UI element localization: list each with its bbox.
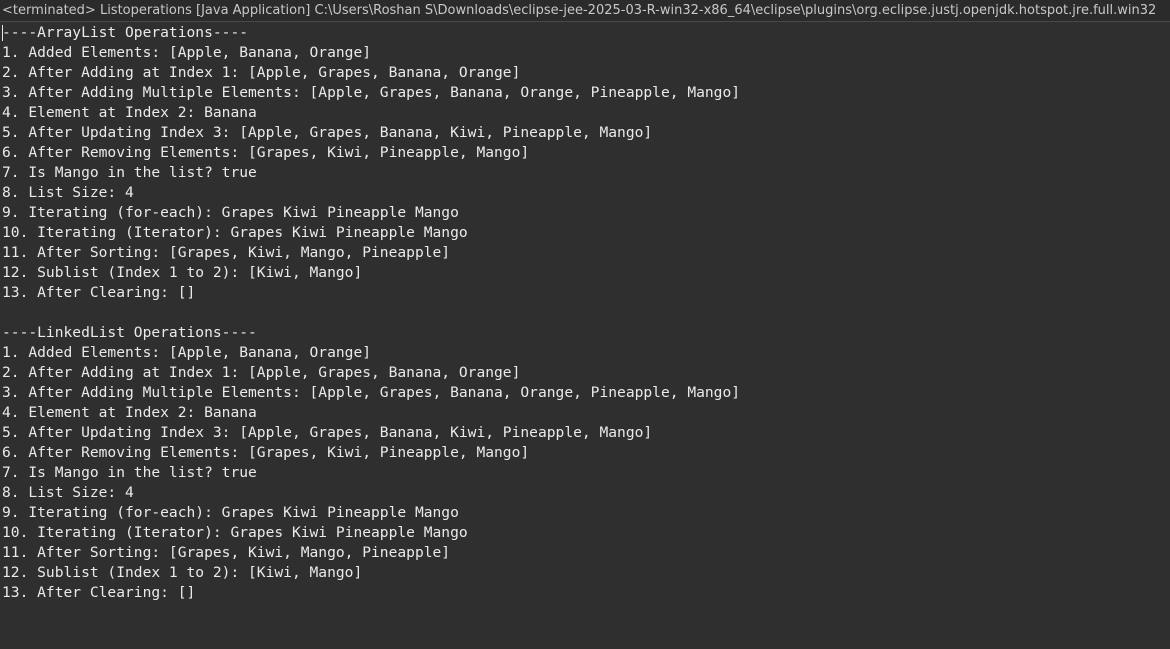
- console-line: 8. List Size: 4: [2, 484, 134, 501]
- console-output[interactable]: ----ArrayList Operations---- 1. Added El…: [2, 23, 1168, 645]
- console-line: 9. Iterating (for-each): Grapes Kiwi Pin…: [2, 504, 459, 521]
- console-line: 13. After Clearing: []: [2, 584, 196, 601]
- console-line: 12. Sublist (Index 1 to 2): [Kiwi, Mango…: [2, 564, 363, 581]
- console-line: 7. Is Mango in the list? true: [2, 464, 257, 481]
- text-caret: [2, 25, 3, 41]
- console-line: 10. Iterating (Iterator): Grapes Kiwi Pi…: [2, 524, 468, 541]
- console-line: 8. List Size: 4: [2, 184, 134, 201]
- console-line: 3. After Adding Multiple Elements: [Appl…: [2, 84, 741, 101]
- console-line: 1. Added Elements: [Apple, Banana, Orang…: [2, 44, 372, 61]
- console-line: 2. After Adding at Index 1: [Apple, Grap…: [2, 364, 521, 381]
- console-header: <terminated> Listoperations [Java Applic…: [0, 0, 1170, 22]
- console-line: ----LinkedList Operations----: [2, 324, 257, 341]
- console-line: 1. Added Elements: [Apple, Banana, Orang…: [2, 344, 372, 361]
- console-line: 5. After Updating Index 3: [Apple, Grape…: [2, 124, 653, 141]
- console-line: 11. After Sorting: [Grapes, Kiwi, Mango,…: [2, 544, 451, 561]
- console-line: 7. Is Mango in the list? true: [2, 164, 257, 181]
- console-line: 2. After Adding at Index 1: [Apple, Grap…: [2, 64, 521, 81]
- console-line: 11. After Sorting: [Grapes, Kiwi, Mango,…: [2, 244, 451, 261]
- console-line: 10. Iterating (Iterator): Grapes Kiwi Pi…: [2, 224, 468, 241]
- console-line: 6. After Removing Elements: [Grapes, Kiw…: [2, 444, 530, 461]
- console-line: 4. Element at Index 2: Banana: [2, 104, 257, 121]
- console-line: 5. After Updating Index 3: [Apple, Grape…: [2, 424, 653, 441]
- console-process-label: <terminated> Listoperations [Java Applic…: [2, 3, 1157, 18]
- console-line: ----ArrayList Operations----: [2, 24, 249, 41]
- console-line: 13. After Clearing: []: [2, 284, 196, 301]
- console-line: 3. After Adding Multiple Elements: [Appl…: [2, 384, 741, 401]
- console-line: 12. Sublist (Index 1 to 2): [Kiwi, Mango…: [2, 264, 363, 281]
- console-line: 9. Iterating (for-each): Grapes Kiwi Pin…: [2, 204, 459, 221]
- console-view: <terminated> Listoperations [Java Applic…: [0, 0, 1170, 649]
- console-line: 6. After Removing Elements: [Grapes, Kiw…: [2, 144, 530, 161]
- console-line: 4. Element at Index 2: Banana: [2, 404, 257, 421]
